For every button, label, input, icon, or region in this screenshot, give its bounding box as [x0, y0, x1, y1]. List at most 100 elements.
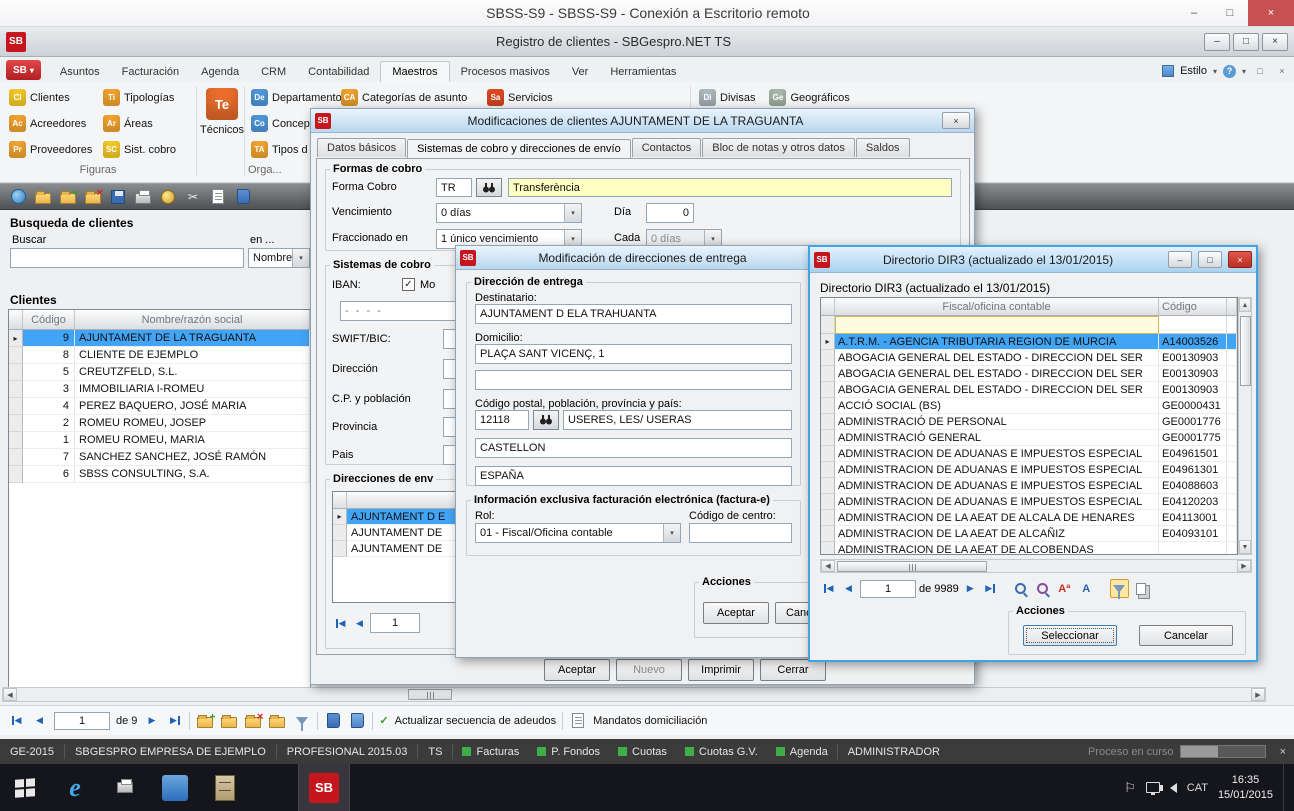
- folder-icon[interactable]: [268, 712, 286, 730]
- dir3-row[interactable]: ADMINISTRACION DE ADUANAS E IMPUESTOS ES…: [821, 462, 1237, 478]
- iban-checkbox[interactable]: [402, 278, 415, 291]
- dialog-tab[interactable]: Sistemas de cobro y direcciones de envío: [407, 139, 631, 158]
- dir3-vertical-scrollbar[interactable]: ▲ ▼: [1238, 297, 1252, 555]
- cancel-process-icon[interactable]: ×: [1272, 746, 1294, 758]
- vencimiento-select[interactable]: 0 días ▾: [436, 203, 582, 223]
- first-record-icon[interactable]: ◀: [8, 712, 25, 729]
- font-increase-icon[interactable]: Aª: [1055, 579, 1074, 598]
- zoom-in-icon[interactable]: [1011, 579, 1030, 598]
- app-maximize-button[interactable]: □: [1233, 33, 1259, 51]
- record-page-input[interactable]: 1: [370, 613, 420, 633]
- last-record-icon[interactable]: ▶: [166, 712, 183, 729]
- dir3-row[interactable]: ADMINISTRACION DE ADUANAS E IMPUESTOS ES…: [821, 478, 1237, 494]
- rdp-close-button[interactable]: ×: [1248, 0, 1294, 26]
- zoom-out-icon[interactable]: [1033, 579, 1052, 598]
- dir3-row[interactable]: A.T.R.M. - AGENCIA TRIBUTARIA REGION DE …: [821, 334, 1237, 350]
- first-record-icon[interactable]: ◀: [820, 580, 837, 597]
- taskbar-clock[interactable]: 16:35 15/01/2015: [1218, 773, 1273, 803]
- dir3-row[interactable]: ABOGACIA GENERAL DEL ESTADO - DIRECCION …: [821, 366, 1237, 382]
- restore-window-icon[interactable]: □: [1252, 64, 1268, 78]
- ribbon-tab[interactable]: Facturación: [111, 62, 190, 82]
- language-indicator[interactable]: CAT: [1187, 782, 1208, 794]
- ribbon-item[interactable]: Pr Proveedores: [6, 138, 95, 161]
- lookup-binoculars-button[interactable]: [533, 410, 559, 430]
- dialog-tab[interactable]: Contactos: [632, 138, 702, 157]
- scrollbar-thumb[interactable]: [408, 689, 452, 700]
- nombre-column-header[interactable]: Nombre/razón social: [75, 310, 310, 330]
- fiscal-filter-input[interactable]: [835, 316, 1159, 334]
- provincia-input[interactable]: CASTELLON: [475, 438, 792, 458]
- prev-record-icon[interactable]: ◀: [840, 580, 857, 597]
- ribbon-item[interactable]: SC Sist. cobro: [100, 138, 179, 161]
- dialog-close-button[interactable]: ×: [942, 112, 970, 129]
- ribbon-tab[interactable]: Procesos masivos: [450, 62, 561, 82]
- app-menu-button[interactable]: SB ▾: [6, 60, 41, 80]
- prev-record-icon[interactable]: ◀: [351, 615, 368, 632]
- dialog-button[interactable]: Aceptar: [544, 659, 610, 681]
- chevron-down-icon[interactable]: ▾: [1242, 67, 1246, 76]
- cancelar-button[interactable]: Cancelar: [775, 602, 810, 624]
- ribbon-item[interactable]: Ge Geográficos: [766, 86, 852, 109]
- app-close-button[interactable]: ×: [1262, 33, 1288, 51]
- client-row[interactable]: 4 PEREZ BAQUERO, JOSÉ MARIA: [9, 398, 310, 415]
- rdp-minimize-button[interactable]: –: [1176, 0, 1212, 26]
- dir3-row[interactable]: ADMINISTRACION DE ADUANAS E IMPUESTOS ES…: [821, 494, 1237, 510]
- dir3-row[interactable]: ADMINISTRACIÓ DE PERSONAL GE0001776: [821, 414, 1237, 430]
- flag-icon[interactable]: ⚐: [1124, 780, 1136, 796]
- dir3-row[interactable]: ACCIÓ SOCIAL (BS) GE0000431: [821, 398, 1237, 414]
- client-row[interactable]: 1 ROMEU ROMEU, MARIA: [9, 432, 310, 449]
- ribbon-tab[interactable]: CRM: [250, 62, 297, 82]
- dialog-titlebar[interactable]: SB Modificación de direcciones de entreg…: [456, 246, 809, 270]
- file-explorer-icon[interactable]: [100, 764, 150, 811]
- lookup-binoculars-button[interactable]: [476, 178, 502, 197]
- network-icon[interactable]: [1146, 782, 1160, 793]
- first-record-icon[interactable]: ◀: [332, 615, 349, 632]
- dir3-row[interactable]: ABOGACIA GENERAL DEL ESTADO - DIRECCION …: [821, 350, 1237, 366]
- ribbon-item[interactable]: Di Divisas: [696, 86, 758, 109]
- file-cabinet-icon[interactable]: [200, 764, 250, 811]
- app-minimize-button[interactable]: –: [1204, 33, 1230, 51]
- prev-record-icon[interactable]: ◀: [31, 712, 48, 729]
- delete-folder-icon[interactable]: [84, 188, 102, 206]
- module-indicator[interactable]: Agenda: [767, 746, 837, 758]
- ribbon-tab[interactable]: Maestros: [380, 61, 449, 82]
- codigo-centro-input[interactable]: [689, 523, 792, 543]
- codigo-column-header[interactable]: Código: [23, 310, 75, 330]
- client-row[interactable]: 8 CLIENTE DE EJEMPLO: [9, 347, 310, 364]
- book-icon[interactable]: [348, 712, 366, 730]
- dialog-titlebar[interactable]: SB Directorio DIR3 (actualizado el 13/01…: [810, 247, 1256, 273]
- last-record-icon[interactable]: ▶: [982, 580, 999, 597]
- ribbon-item[interactable]: Ac Acreedores: [6, 112, 95, 135]
- scroll-up-icon[interactable]: ▲: [1239, 298, 1251, 312]
- main-horizontal-scrollbar[interactable]: ◀ ▶: [2, 687, 1266, 702]
- globe-icon[interactable]: [9, 188, 27, 206]
- rdp-maximize-button[interactable]: □: [1212, 0, 1248, 26]
- mandatos-button[interactable]: Mandatos domiciliación: [593, 715, 707, 727]
- save-icon[interactable]: [109, 188, 127, 206]
- help-icon[interactable]: ?: [1223, 65, 1236, 78]
- pais-input[interactable]: ESPAÑA: [475, 466, 792, 486]
- domicilio2-input[interactable]: [475, 370, 792, 390]
- scrollbar-thumb[interactable]: [1240, 316, 1251, 386]
- dir3-row[interactable]: ADMINISTRACIÓ GENERAL GE0001775: [821, 430, 1237, 446]
- forma-cobro-desc-field[interactable]: Transferència: [508, 178, 952, 197]
- client-row[interactable]: 9 AJUNTAMENT DE LA TRAGUANTA: [9, 330, 310, 347]
- dialog-tab[interactable]: Datos básicos: [317, 138, 406, 157]
- client-row[interactable]: 3 IMMOBILIARIA I-ROMEU: [9, 381, 310, 398]
- dialog-titlebar[interactable]: SB Modificaciones de clientes AJUNTAMENT…: [311, 109, 974, 133]
- ribbon-item[interactable]: Ti Tipologías: [100, 86, 179, 109]
- seleccionar-button[interactable]: Seleccionar: [1023, 625, 1117, 646]
- scrollbar-thumb[interactable]: [837, 561, 987, 572]
- ribbon-item[interactable]: De Departamentos: [248, 86, 350, 109]
- new-folder-icon[interactable]: [59, 188, 77, 206]
- filter-icon[interactable]: [1110, 579, 1129, 598]
- dir3-row[interactable]: ADMINISTRACION DE LA AEAT DE ALCOBENDAS: [821, 542, 1237, 555]
- new-folder-icon[interactable]: [196, 712, 214, 730]
- scroll-left-icon[interactable]: ◀: [3, 688, 17, 701]
- copy-icon[interactable]: [1132, 579, 1151, 598]
- client-row[interactable]: 6 SBSS CONSULTING, S.A.: [9, 466, 310, 483]
- client-row[interactable]: 7 SANCHEZ SANCHEZ, JOSÉ RAMÓN: [9, 449, 310, 466]
- ribbon-tab[interactable]: Contabilidad: [297, 62, 380, 82]
- ribbon-tab[interactable]: Asuntos: [49, 62, 111, 82]
- dialog-button[interactable]: Imprimir: [688, 659, 754, 681]
